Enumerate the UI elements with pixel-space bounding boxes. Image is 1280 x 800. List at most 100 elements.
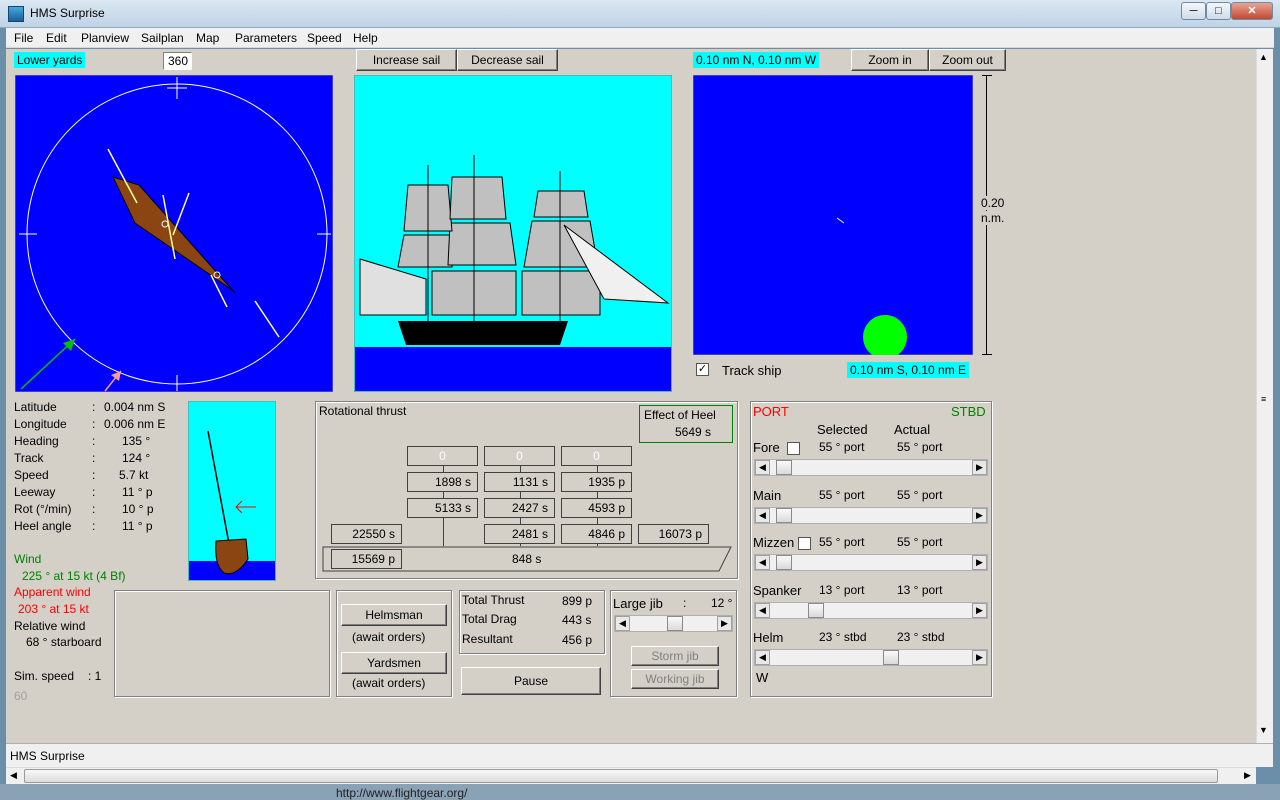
track-ship-checkbox[interactable]: ✓ bbox=[696, 363, 709, 376]
helmsman-status: (await orders) bbox=[352, 630, 426, 644]
nav-row-leeway: Leeway: 11 ° p bbox=[14, 485, 184, 502]
yard-row-helm: Helm 23 ° stbd 23 ° stbd ◀ ▶ bbox=[751, 630, 991, 676]
menu-planview[interactable]: Planview bbox=[81, 31, 129, 45]
working-jib-button[interactable]: Working jib bbox=[631, 669, 719, 689]
yard-slider[interactable]: ◀ ▶ bbox=[754, 649, 988, 666]
yard-slider[interactable]: ◀ ▶ bbox=[754, 506, 988, 524]
slider-left-arrow[interactable]: ◀ bbox=[755, 460, 770, 475]
menu-help[interactable]: Help bbox=[353, 31, 378, 45]
yard-name: Spanker bbox=[753, 582, 802, 598]
mizzen-checkbox[interactable] bbox=[798, 537, 811, 550]
nav-sep: : bbox=[92, 502, 96, 516]
fore-checkbox[interactable] bbox=[787, 442, 800, 455]
pause-button[interactable]: Pause bbox=[461, 667, 601, 695]
yardsmen-button[interactable]: Yardsmen bbox=[341, 652, 447, 674]
slider-right-arrow[interactable]: ▶ bbox=[972, 507, 987, 523]
scroll-grip-icon[interactable]: ≡ bbox=[1261, 394, 1266, 404]
menu-file[interactable]: File bbox=[14, 31, 33, 45]
yard-actual: 55 ° port bbox=[897, 487, 943, 502]
jib-slider-left-arrow[interactable]: ◀ bbox=[615, 616, 630, 631]
menu-speed[interactable]: Speed bbox=[307, 31, 342, 45]
storm-jib-button[interactable]: Storm jib bbox=[631, 646, 719, 666]
actual-header: Actual bbox=[894, 422, 931, 437]
slider-thumb[interactable] bbox=[776, 507, 792, 523]
maximize-button[interactable]: □ bbox=[1206, 2, 1231, 20]
menu-map[interactable]: Map bbox=[196, 31, 219, 45]
thrust-cell: 0 bbox=[407, 446, 478, 466]
slider-thumb[interactable] bbox=[776, 460, 792, 475]
total-drag-value: 443 s bbox=[562, 613, 592, 627]
zoom-out-button[interactable]: Zoom out bbox=[929, 49, 1006, 71]
slider-left-arrow[interactable]: ◀ bbox=[755, 602, 770, 618]
nav-sep: : bbox=[92, 434, 96, 448]
thrust-cell: 22550 s bbox=[331, 524, 402, 544]
nav-row-heel: Heel angle: 11 ° p bbox=[14, 519, 184, 536]
fps-readout: 60 bbox=[14, 689, 28, 703]
window-title: HMS Surprise bbox=[30, 6, 105, 20]
horizontal-scrollbar[interactable]: ◀ ▶ bbox=[6, 767, 1256, 784]
yardsmen-status: (await orders) bbox=[352, 676, 426, 690]
angle-input[interactable]: 360 bbox=[163, 52, 192, 70]
nav-value: 10 ° p bbox=[122, 502, 154, 516]
helm-footer-label: W bbox=[756, 670, 769, 685]
slider-thumb[interactable] bbox=[883, 650, 899, 665]
scroll-down-icon[interactable]: ▼ bbox=[1259, 725, 1268, 735]
menu-sailplan[interactable]: Sailplan bbox=[141, 31, 184, 45]
slider-thumb[interactable] bbox=[808, 602, 824, 618]
yard-slider[interactable]: ◀ ▶ bbox=[754, 554, 988, 571]
yard-name: Helm bbox=[753, 630, 784, 645]
nav-label: Heading bbox=[14, 434, 59, 448]
yard-row-spanker: Spanker 13 ° port 13 ° port ◀ ▶ bbox=[751, 583, 991, 629]
client-area: Lower yards 360 Increase sail Decrease s… bbox=[6, 49, 1256, 743]
close-button[interactable]: ✕ bbox=[1231, 2, 1273, 20]
slider-right-arrow[interactable]: ▶ bbox=[972, 650, 987, 665]
yard-name: Mizzen bbox=[753, 535, 795, 550]
log-panel bbox=[114, 590, 330, 697]
yard-slider[interactable]: ◀ ▶ bbox=[754, 601, 988, 619]
slider-left-arrow[interactable]: ◀ bbox=[755, 555, 770, 570]
planview-compass bbox=[15, 75, 333, 392]
resultant-value: 456 p bbox=[562, 633, 593, 647]
menu-bar: File Edit Planview Sailplan Map Paramete… bbox=[6, 28, 1274, 48]
vertical-scrollbar[interactable]: ▲ ≡ ▼ bbox=[1256, 49, 1273, 743]
slider-right-arrow[interactable]: ▶ bbox=[972, 460, 987, 475]
effect-of-heel-box: Effect of Heel 5649 s bbox=[639, 405, 733, 443]
yard-selected: 23 ° stbd bbox=[819, 630, 867, 644]
thrust-cell: 1935 p bbox=[561, 472, 632, 492]
helmsman-button[interactable]: Helmsman bbox=[341, 604, 447, 626]
yard-slider[interactable]: ◀ ▶ bbox=[754, 459, 988, 476]
nav-label: Heel angle bbox=[14, 519, 72, 533]
slider-right-arrow[interactable]: ▶ bbox=[972, 555, 987, 570]
menu-edit[interactable]: Edit bbox=[46, 31, 67, 45]
nav-row-rot: Rot (°/min): 10 ° p bbox=[14, 502, 184, 519]
slider-right-arrow[interactable]: ▶ bbox=[972, 602, 987, 618]
scroll-left-icon[interactable]: ◀ bbox=[10, 770, 17, 781]
zoom-in-button[interactable]: Zoom in bbox=[851, 49, 929, 71]
jib-slider-right-arrow[interactable]: ▶ bbox=[717, 616, 732, 631]
scroll-up-icon[interactable]: ▲ bbox=[1259, 52, 1268, 62]
yard-name: Main bbox=[753, 487, 782, 503]
apparent-wind-label: Apparent wind bbox=[14, 585, 91, 599]
jib-slider[interactable]: ◀ ▶ bbox=[614, 615, 733, 632]
sim-speed-value: : 1 bbox=[88, 669, 102, 683]
thrust-cell: 1898 s bbox=[407, 472, 478, 492]
menu-parameters[interactable]: Parameters bbox=[235, 31, 297, 45]
horizontal-scroll-thumb[interactable] bbox=[24, 769, 1218, 783]
nav-value: 0.006 nm E bbox=[104, 417, 166, 431]
jib-slider-thumb[interactable] bbox=[667, 616, 683, 631]
slider-thumb[interactable] bbox=[776, 555, 792, 570]
slider-left-arrow[interactable]: ◀ bbox=[755, 507, 770, 523]
increase-sail-button[interactable]: Increase sail bbox=[356, 49, 457, 71]
nav-value: 11 ° p bbox=[122, 485, 153, 499]
yard-actual: 23 ° stbd bbox=[897, 630, 945, 644]
scroll-right-icon[interactable]: ▶ bbox=[1244, 770, 1251, 781]
nav-sep: : bbox=[92, 519, 96, 533]
nav-row-speed: Speed: 5.7 kt bbox=[14, 468, 184, 485]
decrease-sail-button[interactable]: Decrease sail bbox=[457, 49, 558, 71]
slider-left-arrow[interactable]: ◀ bbox=[755, 650, 770, 665]
rotational-thrust-title: Rotational thrust bbox=[319, 404, 407, 418]
background-strip bbox=[0, 784, 1280, 800]
minimize-button[interactable]: ─ bbox=[1181, 2, 1206, 20]
yard-actual: 55 ° port bbox=[897, 535, 943, 549]
status-bar: HMS Surprise bbox=[6, 743, 1273, 767]
